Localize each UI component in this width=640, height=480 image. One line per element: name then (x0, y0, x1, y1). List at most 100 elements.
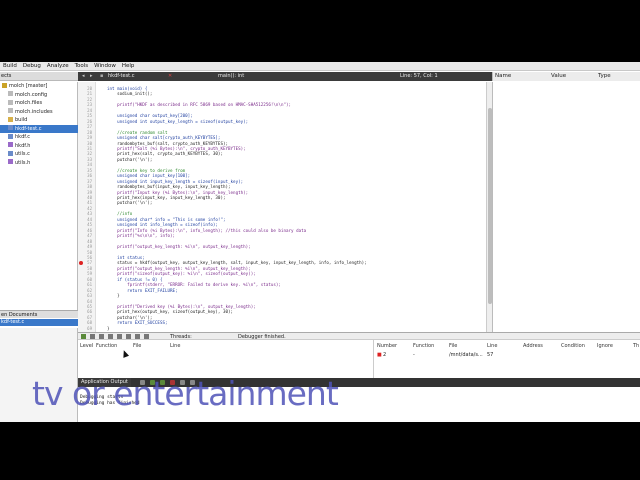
code-line[interactable]: printf("%s\n\n", info); (107, 233, 175, 238)
breakpoints-col-header[interactable]: Function (413, 343, 434, 349)
code-line[interactable]: //create key to derive from (107, 168, 185, 173)
code-line[interactable]: unsigned char input_key[100]; (107, 173, 190, 178)
code-line[interactable]: randombytes_buf(input_key, input_key_len… (107, 184, 230, 189)
tree-item[interactable]: molch.files (0, 99, 78, 107)
tree-item[interactable]: hkdf-test.c (0, 124, 78, 133)
breakpoint-number[interactable]: 2 (383, 352, 386, 358)
stack-col-line[interactable]: Line (170, 343, 180, 349)
menu-item-window[interactable]: Window (91, 62, 119, 71)
forward-arrow-icon[interactable]: ▸ (90, 72, 93, 81)
c-file-icon (8, 125, 13, 130)
code-line[interactable]: } (107, 326, 110, 331)
code-line[interactable]: printf("HKDF as described in RFC 5869 ba… (107, 102, 291, 107)
code-line[interactable]: int main(void) { (107, 86, 147, 91)
locals-col-value[interactable]: Value (551, 72, 566, 81)
code-line[interactable]: unsigned int output_key_length = sizeof(… (107, 119, 248, 124)
return-icon[interactable] (135, 334, 140, 339)
line-number: 68 (87, 320, 92, 326)
breakpoints-col-header[interactable]: Number (377, 343, 397, 349)
code-line[interactable]: randombytes_buf(salt, crypto_auth_KEYBYT… (107, 141, 228, 146)
code-line[interactable]: return EXIT_FAILURE; (107, 288, 177, 293)
continue-icon[interactable] (81, 334, 86, 339)
code-line[interactable]: unsigned char salt[crypto_auth_KEYBYTES]… (107, 135, 220, 140)
code-line[interactable]: printf("Salt (%i Bytes):\n", crypto_auth… (107, 146, 246, 151)
code-line[interactable]: printf("output_key_length: %i\n", output… (107, 266, 251, 271)
code-line[interactable]: int status; (107, 255, 145, 260)
editor-filename[interactable]: hkdf-test.c (108, 72, 134, 81)
menu-item-analyze[interactable]: Analyze (44, 62, 72, 71)
tree-item[interactable]: molch [master] (0, 82, 78, 90)
code-line[interactable]: putchar('\n'); (107, 315, 152, 320)
code-line[interactable]: printf("Info (%i Bytes):\n", info_length… (107, 228, 306, 233)
stop-icon[interactable] (90, 334, 95, 339)
tree-item[interactable]: build (0, 116, 78, 124)
code-line[interactable]: printf("Derived key (%i Bytes):\n", outp… (107, 304, 256, 309)
breakpoint-marker-icon[interactable] (79, 260, 83, 265)
line-number: 63 (87, 293, 92, 299)
code-line[interactable]: return EXIT_SUCCESS; (107, 320, 167, 325)
breakpoint-file[interactable]: /mnt/data/s... (449, 352, 483, 358)
code-line[interactable]: print_hex(salt, crypto_auth_KEYBYTES, 30… (107, 151, 223, 156)
step-out-icon[interactable] (117, 334, 122, 339)
locals-col-type[interactable]: Type (598, 72, 611, 81)
open-documents-header: en Documents (0, 310, 78, 318)
code-line[interactable]: unsigned int info_length = sizeof(info); (107, 222, 218, 227)
breakpoints-col-header[interactable]: Th (633, 343, 639, 349)
tree-item[interactable]: molch.config (0, 91, 78, 99)
menu-item-debug[interactable]: Debug (20, 62, 44, 71)
stack-col-function[interactable]: Function (96, 343, 117, 349)
reverse-icon[interactable] (144, 334, 149, 339)
line-number: 27 (87, 124, 92, 130)
tree-item-label: build (15, 117, 28, 123)
restart-icon[interactable] (126, 334, 131, 339)
code-line[interactable]: sodium_init(); (107, 91, 152, 96)
code-line[interactable]: printf("sizeof(output_key): %i\n", sizeo… (107, 271, 256, 276)
menu-item-help[interactable]: Help (119, 62, 138, 71)
code-line[interactable]: fprintf(stderr, "ERROR: Failed to derive… (107, 282, 281, 287)
code-line[interactable]: status = hkdf(output_key, output_key_len… (107, 260, 367, 265)
code-line[interactable]: printf("output_key_length: %i\n", output… (107, 244, 251, 249)
code-line[interactable]: print_hex(input_key, input_key_length, 3… (107, 195, 225, 200)
line-number: 37 (87, 178, 92, 184)
stack-col-level[interactable]: Level (80, 343, 93, 349)
breakpoints-col-header[interactable]: Condition (561, 343, 585, 349)
code-line[interactable]: printf("Input key (%i Bytes):\n", input_… (107, 190, 248, 195)
breakpoint-function[interactable]: - (413, 352, 415, 358)
tree-item[interactable]: hkdf.h (0, 142, 78, 150)
code-line[interactable]: putchar('\n'); (107, 157, 152, 162)
breakpoints-col-header[interactable]: Ignore (597, 343, 613, 349)
tree-item[interactable]: utils.c (0, 150, 78, 158)
step-over-icon[interactable] (99, 334, 104, 339)
code-line[interactable]: putchar('\n'); (107, 200, 152, 205)
close-file-icon[interactable]: ✕ (168, 72, 172, 81)
code-line[interactable]: //create random salt (107, 130, 167, 135)
breakpoints-col-header[interactable]: File (449, 343, 457, 349)
open-document-item[interactable]: kdf-test.c (0, 319, 78, 326)
c-file-icon (8, 133, 13, 139)
tree-item[interactable]: hkdf.c (0, 133, 78, 141)
line-number: 35 (87, 167, 92, 173)
code-line[interactable]: if (status != 0) { (107, 277, 162, 282)
line-number: 67 (87, 314, 92, 320)
locals-col-name[interactable]: Name (495, 72, 511, 81)
code-line[interactable]: //info (107, 211, 132, 216)
code-line[interactable]: unsigned char output_key[200]; (107, 113, 193, 118)
back-arrow-icon[interactable]: ◂ (82, 72, 85, 81)
step-into-icon[interactable] (108, 334, 113, 339)
ide-window: Build Debug Analyze Tools Window Help ects ◂ … (0, 62, 640, 422)
editor-symbol[interactable]: main(): int (218, 72, 244, 81)
breakpoint-line[interactable]: 57 (487, 352, 493, 358)
menu-item-tools[interactable]: Tools (72, 62, 92, 71)
menu-item-build[interactable]: Build (0, 62, 20, 71)
code-line[interactable]: unsigned int input_key_length = sizeof(i… (107, 179, 243, 184)
code-line[interactable]: } (107, 293, 120, 298)
file-icon (8, 99, 13, 105)
tree-item[interactable]: molch.includes (0, 108, 78, 116)
tree-item[interactable]: utils.h (0, 159, 78, 167)
code-editor[interactable]: 20 int main(void) {21 sodium_init(); 22 23 … (78, 82, 492, 332)
code-line[interactable]: print_hex(output_key, sizeof(output_key)… (107, 309, 233, 314)
breakpoints-col-header[interactable]: Line (487, 343, 497, 349)
code-line[interactable]: unsigned char* info = "This is some info… (107, 217, 225, 222)
stack-col-file[interactable]: File (133, 343, 141, 349)
breakpoints-col-header[interactable]: Address (523, 343, 543, 349)
